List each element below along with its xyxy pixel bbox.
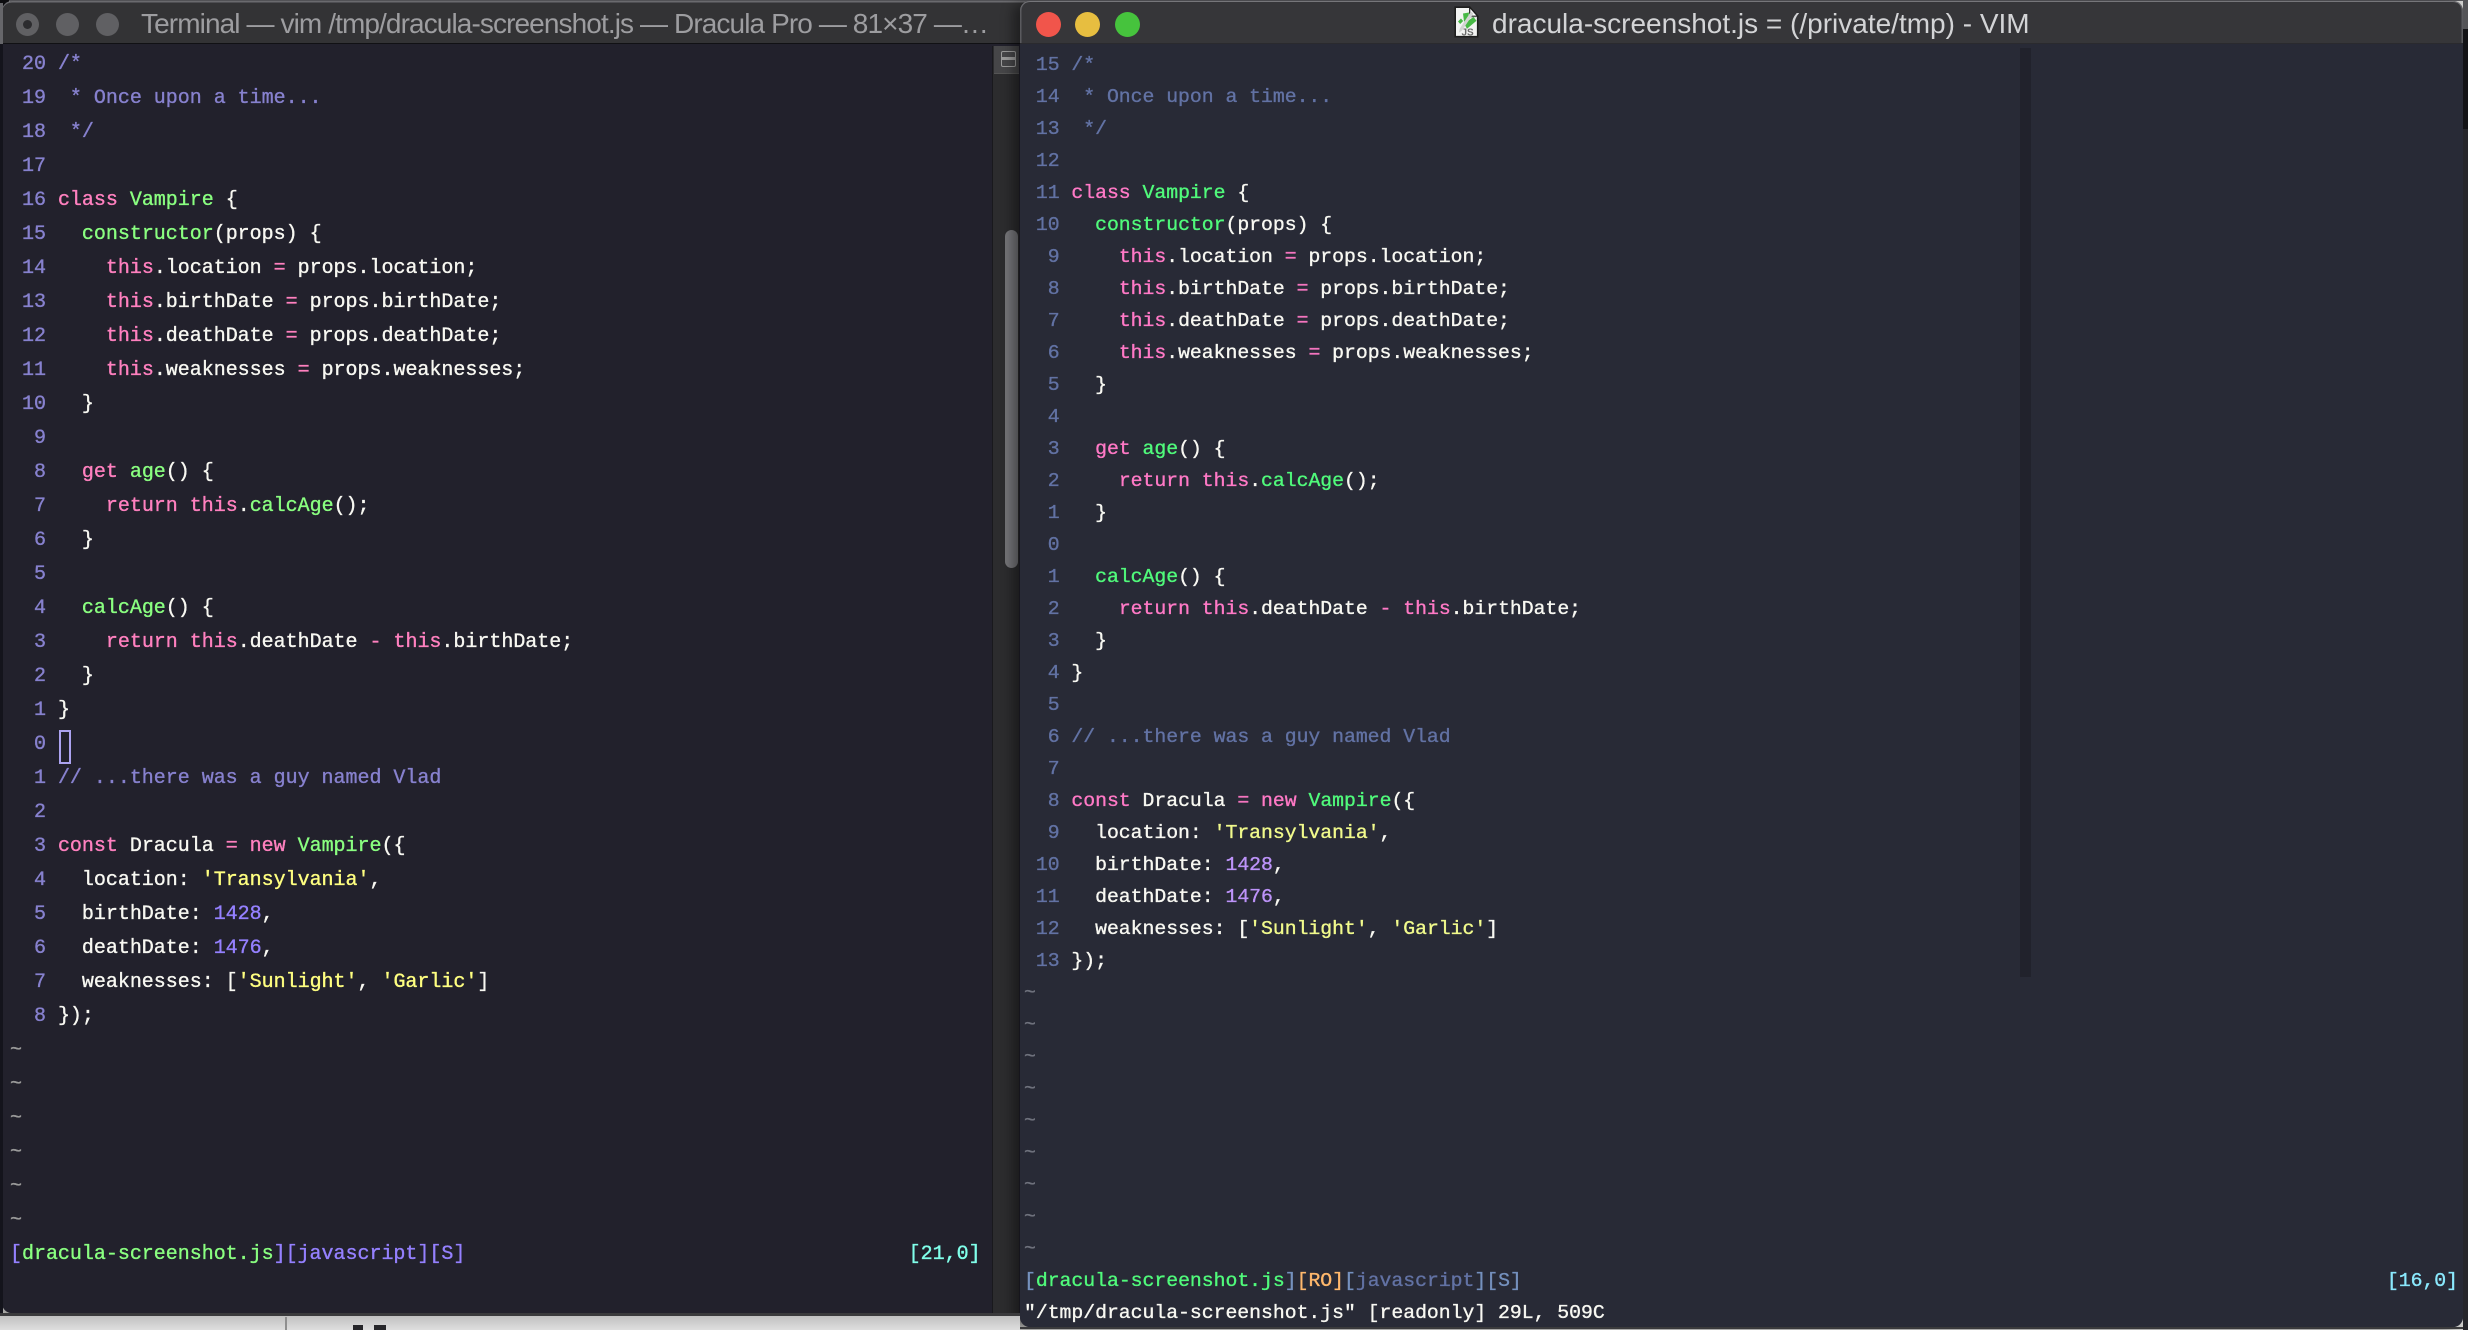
svg-text:JS: JS — [1462, 28, 1475, 39]
